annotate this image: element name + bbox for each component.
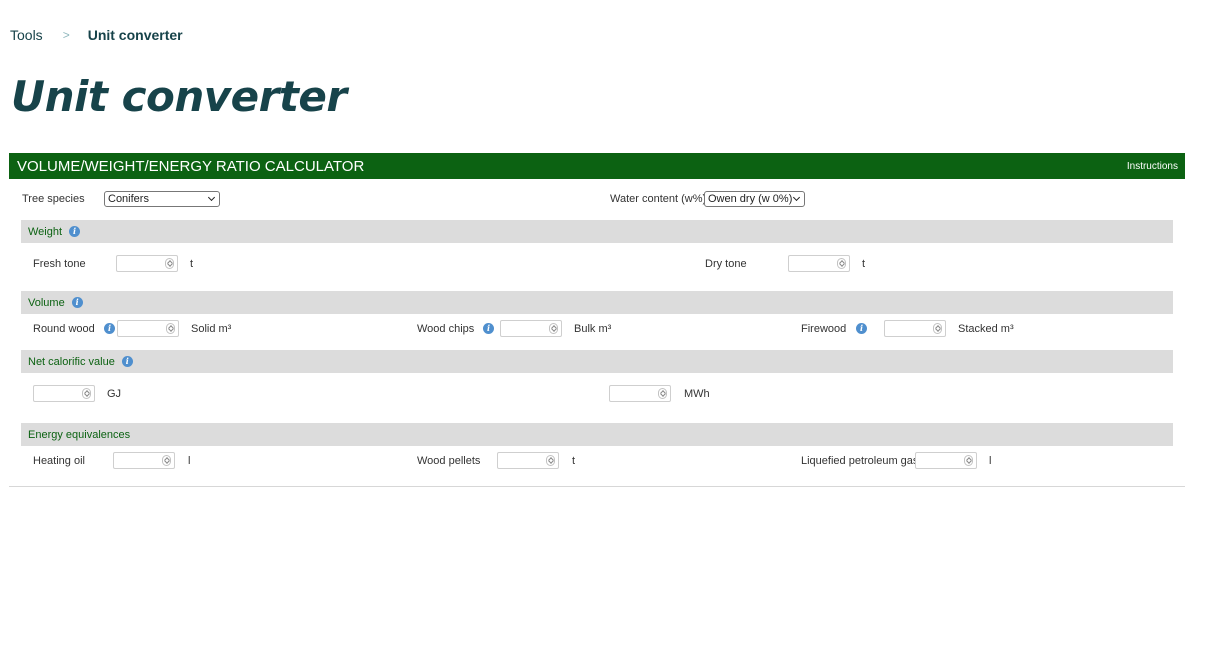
wood-chips-input[interactable]: [500, 320, 562, 337]
water-content-value: Owen dry (w 0%): [708, 193, 793, 205]
number-spinner-icon[interactable]: [165, 258, 174, 269]
section-weight: Weight i: [21, 220, 1173, 243]
fresh-tone-label: Fresh tone: [33, 258, 86, 270]
calculator-header: VOLUME/WEIGHT/ENERGY RATIO CALCULATOR In…: [9, 153, 1185, 179]
gj-input[interactable]: [33, 385, 95, 402]
fresh-tone-unit: t: [190, 258, 194, 270]
wood-chips-unit: Bulk m³: [574, 323, 612, 335]
firewood-label: Firewood: [801, 323, 847, 335]
number-spinner-icon[interactable]: [964, 455, 973, 466]
round-wood-input[interactable]: [117, 320, 179, 337]
wood-pellets-label: Wood pellets: [417, 455, 481, 467]
number-spinner-icon[interactable]: [658, 388, 667, 399]
dry-tone-label: Dry tone: [705, 258, 747, 270]
info-icon[interactable]: i: [121, 356, 133, 367]
number-spinner-icon[interactable]: [546, 455, 555, 466]
heating-oil-input[interactable]: [113, 452, 175, 469]
section-energy: Energy equivalences: [21, 423, 1173, 446]
lpg-input[interactable]: [915, 452, 977, 469]
breadcrumb: Tools > Unit converter: [10, 27, 183, 43]
info-icon[interactable]: i: [71, 297, 83, 308]
water-content-label: Water content (w%): [610, 193, 707, 205]
info-icon[interactable]: i: [104, 323, 115, 334]
section-energy-label: Energy equivalences: [28, 428, 131, 441]
calculator-title: VOLUME/WEIGHT/ENERGY RATIO CALCULATOR: [17, 157, 365, 175]
energy-row: Heating oil l Wood pellets t Liquefied p…: [9, 446, 1185, 474]
water-content-select[interactable]: Owen dry (w 0%): [704, 191, 805, 207]
section-calorific: Net calorific value i: [21, 350, 1173, 373]
info-icon[interactable]: i: [69, 226, 81, 237]
page-title: Unit converter: [11, 72, 347, 121]
section-volume-label: Volume: [28, 296, 65, 309]
gj-unit: GJ: [107, 388, 122, 400]
wood-chips-label: Wood chips: [417, 323, 475, 335]
mwh-unit: MWh: [684, 388, 710, 400]
firewood-unit: Stacked m³: [958, 323, 1014, 335]
chevron-down-icon: [207, 193, 216, 202]
round-wood-label: Round wood: [33, 323, 95, 335]
number-spinner-icon[interactable]: [82, 388, 91, 399]
weight-row: Fresh tone t Dry tone t: [9, 243, 1185, 291]
number-spinner-icon[interactable]: [166, 323, 175, 334]
tree-species-value: Conifers: [108, 193, 149, 205]
calorific-row: GJ MWh: [9, 373, 1185, 423]
tree-species-select[interactable]: Conifers: [104, 191, 220, 207]
heating-oil-label: Heating oil: [33, 455, 85, 467]
breadcrumb-tools-link[interactable]: Tools: [10, 27, 43, 43]
wood-pellets-input[interactable]: [497, 452, 559, 469]
number-spinner-icon[interactable]: [162, 455, 171, 466]
number-spinner-icon[interactable]: [933, 323, 942, 334]
dry-tone-unit: t: [862, 258, 866, 270]
info-icon[interactable]: i: [856, 323, 867, 334]
lpg-unit: l: [989, 455, 992, 467]
wood-pellets-unit: t: [572, 455, 576, 467]
dry-tone-input[interactable]: [788, 255, 850, 272]
section-weight-label: Weight: [28, 225, 63, 238]
heating-oil-unit: l: [188, 455, 191, 467]
round-wood-unit: Solid m³: [191, 323, 232, 335]
lpg-label: Liquefied petroleum gas: [801, 455, 919, 467]
fresh-tone-input[interactable]: [116, 255, 178, 272]
species-row: Tree species Conifers Water content (w%)…: [9, 179, 1185, 220]
breadcrumb-separator: >: [62, 28, 70, 42]
number-spinner-icon[interactable]: [837, 258, 846, 269]
tree-species-label: Tree species: [22, 193, 85, 205]
calculator-panel: VOLUME/WEIGHT/ENERGY RATIO CALCULATOR In…: [9, 153, 1185, 487]
info-icon[interactable]: i: [483, 323, 494, 334]
breadcrumb-current: Unit converter: [87, 27, 183, 43]
mwh-input[interactable]: [609, 385, 671, 402]
number-spinner-icon[interactable]: [549, 323, 558, 334]
section-volume: Volume i: [21, 291, 1173, 314]
firewood-input[interactable]: [884, 320, 946, 337]
instructions-link[interactable]: Instructions: [1127, 161, 1178, 172]
section-calorific-label: Net calorific value: [28, 355, 115, 368]
chevron-down-icon: [792, 193, 801, 202]
volume-row: Round wood i Solid m³ Wood chips i Bulk …: [9, 314, 1185, 350]
